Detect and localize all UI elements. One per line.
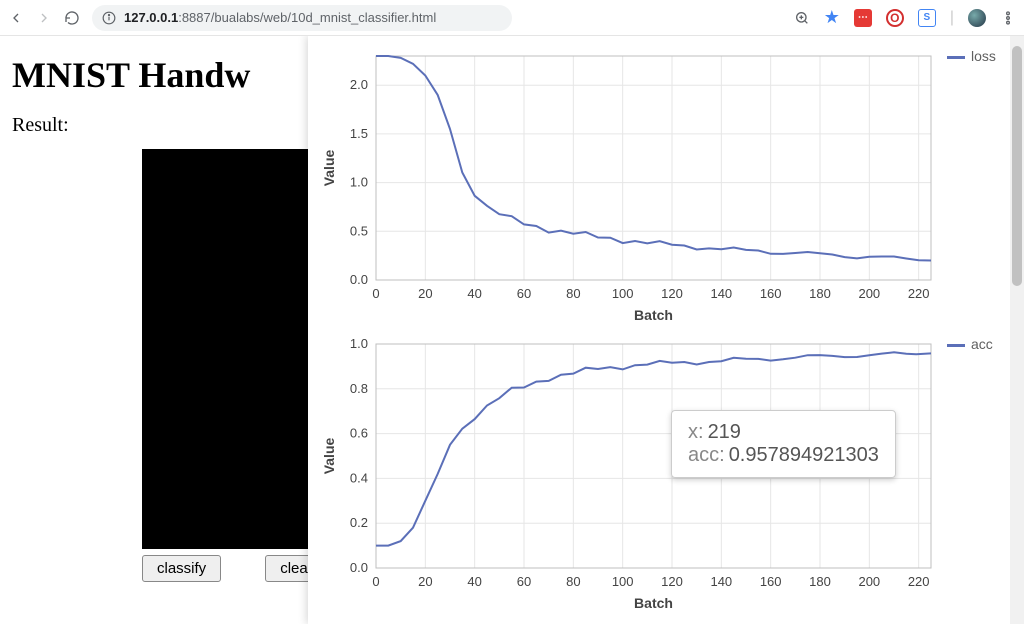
svg-text:0.0: 0.0 (350, 560, 368, 575)
classify-button[interactable]: classify (142, 555, 221, 582)
svg-text:0.0: 0.0 (350, 272, 368, 287)
svg-text:0: 0 (372, 286, 379, 301)
back-icon[interactable] (8, 10, 24, 26)
svg-text:20: 20 (418, 286, 432, 301)
svg-text:0.8: 0.8 (350, 381, 368, 396)
legend-loss: loss (941, 42, 1011, 330)
svg-text:160: 160 (760, 574, 782, 589)
extension-icon[interactable]: S (918, 9, 936, 27)
svg-text:80: 80 (566, 574, 580, 589)
svg-text:1.0: 1.0 (350, 175, 368, 190)
svg-text:40: 40 (467, 286, 481, 301)
svg-text:180: 180 (809, 286, 831, 301)
url-path: /bualabs/web/10d_mnist_classifier.html (211, 10, 436, 25)
kebab-menu-icon[interactable] (1000, 10, 1016, 26)
svg-text:0.6: 0.6 (350, 426, 368, 441)
bookmark-star-icon[interactable]: ★ (824, 7, 840, 28)
tooltip-series-label: acc: (688, 444, 725, 466)
svg-text:160: 160 (760, 286, 782, 301)
legend-acc: acc (941, 330, 1011, 618)
svg-text:200: 200 (858, 574, 880, 589)
panel-scrollbar[interactable] (1010, 36, 1024, 624)
svg-text:Value: Value (321, 150, 337, 187)
legend-label: acc (971, 336, 993, 352)
training-charts-panel: 0204060801001201401601802002200.00.51.01… (308, 36, 1024, 624)
svg-text:0.4: 0.4 (350, 470, 368, 485)
svg-text:1.5: 1.5 (350, 126, 368, 141)
chart-tooltip: x:219 acc:0.957894921303 (671, 410, 896, 478)
url-host: 127.0.0.1 (124, 10, 178, 25)
svg-text:200: 200 (858, 286, 880, 301)
svg-text:80: 80 (566, 286, 580, 301)
extension-icon[interactable]: ⋯ (854, 9, 872, 27)
svg-text:0: 0 (372, 574, 379, 589)
extension-icon[interactable]: O (886, 9, 904, 27)
svg-text:Batch: Batch (634, 307, 673, 323)
svg-text:180: 180 (809, 574, 831, 589)
forward-icon[interactable] (36, 10, 52, 26)
svg-text:0.5: 0.5 (350, 223, 368, 238)
svg-text:20: 20 (418, 574, 432, 589)
reload-icon[interactable] (64, 10, 80, 26)
browser-toolbar: 127.0.0.1:8887/bualabs/web/10d_mnist_cla… (0, 0, 1024, 36)
loss-chart[interactable]: 0 20 40 60 80 100 120 140 160 180 200 220 0.0 0.5 1.0 1… (316, 42, 1020, 330)
svg-text:60: 60 (517, 286, 531, 301)
svg-text:220: 220 (908, 286, 930, 301)
svg-text:Batch: Batch (634, 595, 673, 611)
info-icon[interactable] (102, 11, 116, 25)
legend-swatch-icon (947, 56, 965, 59)
svg-text:120: 120 (661, 286, 683, 301)
address-bar[interactable]: 127.0.0.1:8887/bualabs/web/10d_mnist_cla… (92, 5, 512, 31)
acc-chart[interactable]: 0 20 40 60 80 100 120 140 160 180 200 220 0.0 0.2 0.4 0… (316, 330, 1020, 618)
svg-text:0.2: 0.2 (350, 515, 368, 530)
tooltip-series-value: 0.957894921303 (729, 444, 879, 466)
svg-text:2.0: 2.0 (350, 77, 368, 92)
svg-text:40: 40 (467, 574, 481, 589)
svg-text:Value: Value (321, 438, 337, 475)
svg-text:100: 100 (612, 286, 634, 301)
url-port: :8887 (178, 10, 211, 25)
legend-swatch-icon (947, 344, 965, 347)
tooltip-x-value: 219 (708, 421, 741, 443)
svg-text:220: 220 (908, 574, 930, 589)
svg-text:140: 140 (710, 574, 732, 589)
zoom-icon[interactable] (794, 10, 810, 26)
svg-text:100: 100 (612, 574, 634, 589)
svg-text:1.0: 1.0 (350, 336, 368, 351)
tooltip-x-label: x: (688, 421, 704, 443)
profile-avatar-icon[interactable] (968, 9, 986, 27)
svg-text:60: 60 (517, 574, 531, 589)
legend-label: loss (971, 48, 996, 64)
svg-text:140: 140 (710, 286, 732, 301)
svg-text:120: 120 (661, 574, 683, 589)
